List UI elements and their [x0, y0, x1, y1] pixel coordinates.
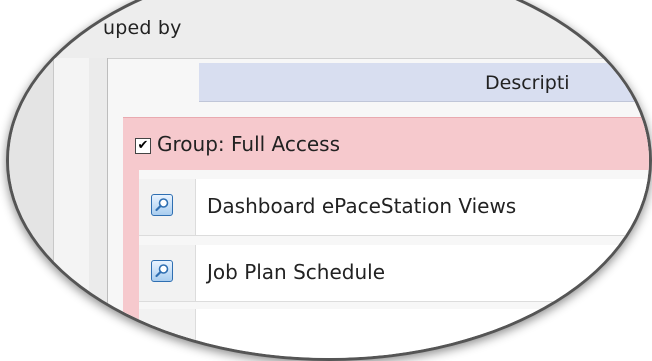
description-column-header[interactable]: Descripti [199, 63, 649, 102]
row-label: Dashboard ePaceStation Views [207, 194, 517, 218]
group-checkbox[interactable]: ✔ [135, 138, 151, 154]
left-gutter [9, 58, 54, 338]
column-header-label: Descripti [485, 72, 570, 94]
checkmark-icon: ✔ [137, 138, 149, 153]
group-label: Group: Full Access [157, 132, 341, 156]
magnifier-icon[interactable] [151, 260, 173, 282]
left-gutter-inner [54, 58, 89, 338]
lens-content: uped by Descripti ✔ Group: Full Access D… [9, 3, 649, 358]
icon-cell [139, 309, 196, 358]
magnifier-lens: uped by Descripti ✔ Group: Full Access D… [6, 0, 652, 361]
magnifier-icon[interactable] [151, 194, 173, 216]
group-row-full-access[interactable]: ✔ Group: Full Access [123, 117, 649, 170]
table-row[interactable]: Job Plan Schedule [139, 245, 649, 302]
row-label: Job Plan Schedule [207, 260, 385, 284]
group-indent-bar [123, 169, 139, 338]
icon-cell [139, 179, 196, 235]
table-row[interactable]: Dashboard ePaceStation Views [139, 179, 649, 236]
icon-cell [139, 245, 196, 301]
tree-gutter [89, 58, 108, 338]
grouped-by-label: uped by [103, 17, 182, 39]
zoomed-screenshot: uped by Descripti ✔ Group: Full Access D… [0, 0, 652, 361]
table-row-partial[interactable] [139, 309, 649, 358]
